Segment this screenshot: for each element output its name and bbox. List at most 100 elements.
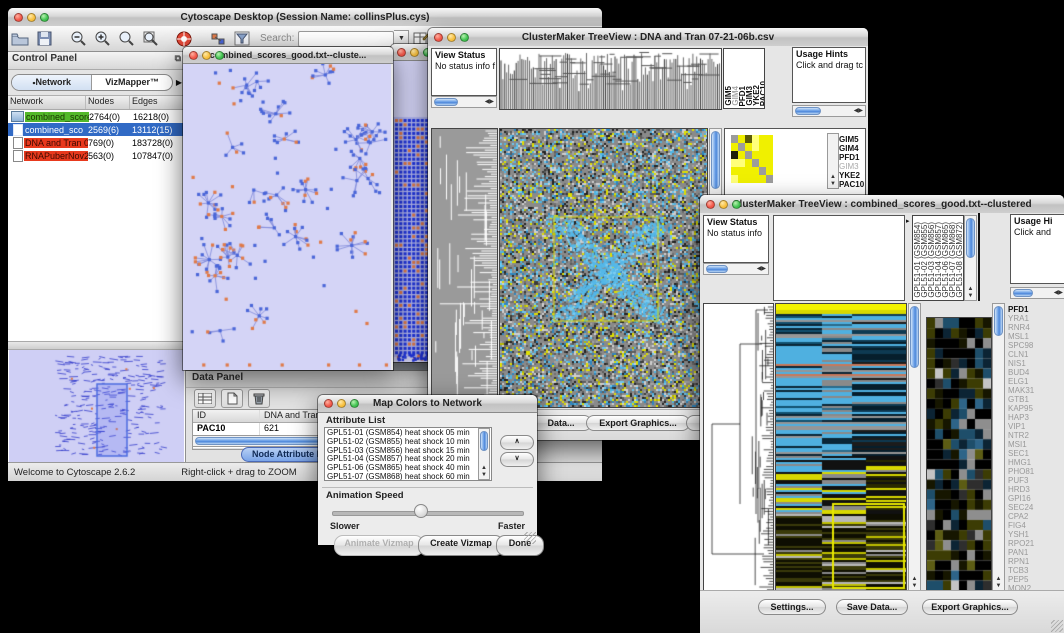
network-canvas[interactable] bbox=[183, 64, 391, 370]
gene-label[interactable]: SPC98 bbox=[1008, 341, 1034, 350]
network-row[interactable]: DNA and Tran 07769(0)183728(0) bbox=[8, 136, 185, 149]
gene-labels-list[interactable]: PFD1YRA1RNR4MSL1SPC98CLN1NIS1BUD4ELG1MAK… bbox=[1008, 305, 1034, 593]
heatmap-cell[interactable] bbox=[745, 167, 752, 175]
open-file-icon[interactable] bbox=[9, 29, 31, 49]
heatmap-cell[interactable] bbox=[759, 135, 766, 143]
gene-label[interactable]: PFD1 bbox=[1008, 305, 1034, 314]
zoom-heatmap-canvas[interactable] bbox=[926, 317, 992, 591]
gene-label[interactable]: PAN1 bbox=[1008, 548, 1034, 557]
close-button[interactable] bbox=[14, 13, 23, 22]
heatmap-cell[interactable] bbox=[738, 143, 745, 151]
heatmap-vscrollbar[interactable]: ▲▼ bbox=[908, 303, 921, 591]
gene-label[interactable]: ELG1 bbox=[1008, 377, 1034, 386]
heatmap-cell[interactable] bbox=[731, 151, 738, 159]
gene-label[interactable]: CLN1 bbox=[1008, 350, 1034, 359]
treeview2-title-bar[interactable]: ClusterMaker TreeView : combined_scores_… bbox=[700, 195, 1064, 214]
network-row[interactable]: combined_scores2764(0)16218(0) bbox=[8, 110, 185, 123]
zoom-button[interactable] bbox=[460, 33, 469, 42]
heatmap-cell[interactable] bbox=[759, 167, 766, 175]
minimize-button[interactable] bbox=[202, 51, 211, 60]
row-label[interactable]: GIM3 bbox=[839, 162, 864, 171]
minimize-button[interactable] bbox=[410, 48, 419, 57]
attribute-table-icon[interactable] bbox=[194, 389, 216, 408]
heatmap-cell[interactable] bbox=[745, 175, 752, 183]
gene-label[interactable]: PEP5 bbox=[1008, 575, 1034, 584]
heatmap-cell[interactable] bbox=[738, 175, 745, 183]
gene-label[interactable]: MAK31 bbox=[1008, 386, 1034, 395]
zoom-button[interactable] bbox=[215, 51, 224, 60]
gene-label[interactable]: PUF3 bbox=[1008, 476, 1034, 485]
row-dendrogram-canvas[interactable] bbox=[703, 303, 774, 591]
zoom-in-icon[interactable] bbox=[91, 29, 113, 49]
usage-hints-hscrollbar[interactable]: ◀▶ bbox=[1010, 287, 1064, 299]
gene-label[interactable]: KAP95 bbox=[1008, 404, 1034, 413]
row-label[interactable]: GIM5 bbox=[839, 135, 864, 144]
zoom-selected-icon[interactable] bbox=[115, 29, 137, 49]
column-dendrogram-canvas[interactable] bbox=[499, 48, 722, 110]
gene-label[interactable]: MSI1 bbox=[1008, 440, 1034, 449]
gene-label[interactable]: VIP1 bbox=[1008, 422, 1034, 431]
zoom-button[interactable] bbox=[350, 399, 359, 408]
minimize-button[interactable] bbox=[719, 200, 728, 209]
zoom-fit-icon[interactable] bbox=[139, 29, 161, 49]
column-header-network[interactable]: Network bbox=[8, 96, 86, 109]
gene-label[interactable]: CPA2 bbox=[1008, 512, 1034, 521]
heatmap-cell[interactable] bbox=[766, 151, 773, 159]
gene-label[interactable]: HMG1 bbox=[1008, 458, 1034, 467]
heatmap-cell[interactable] bbox=[752, 143, 759, 151]
heatmap-cell[interactable] bbox=[752, 175, 759, 183]
gene-label[interactable]: MSL1 bbox=[1008, 332, 1034, 341]
gene-label[interactable]: GTB1 bbox=[1008, 395, 1034, 404]
new-attribute-icon[interactable] bbox=[221, 389, 243, 408]
minimize-button[interactable] bbox=[447, 33, 456, 42]
gene-label[interactable]: SEC24 bbox=[1008, 503, 1034, 512]
heatmap-cell[interactable] bbox=[731, 175, 738, 183]
gene-label[interactable]: HAP3 bbox=[1008, 413, 1034, 422]
minimize-button[interactable] bbox=[337, 399, 346, 408]
row-label[interactable]: GIM4 bbox=[839, 144, 864, 153]
close-button[interactable] bbox=[189, 51, 198, 60]
gene-label[interactable]: HRD3 bbox=[1008, 485, 1034, 494]
gene-label[interactable]: RNR4 bbox=[1008, 323, 1034, 332]
tab-vizmapper[interactable]: VizMapper™ bbox=[92, 75, 171, 90]
heatmap-cell[interactable] bbox=[752, 151, 759, 159]
heatmap-cell[interactable] bbox=[766, 159, 773, 167]
save-icon[interactable] bbox=[33, 29, 55, 49]
gene-label[interactable]: RPN1 bbox=[1008, 557, 1034, 566]
filter-icon[interactable] bbox=[231, 29, 253, 49]
row-label[interactable]: PFD1 bbox=[839, 153, 864, 162]
gene-label[interactable]: YRA1 bbox=[1008, 314, 1034, 323]
move-up-button[interactable]: ∧ bbox=[500, 435, 534, 450]
zoom-out-icon[interactable] bbox=[67, 29, 89, 49]
heatmap-cell[interactable] bbox=[759, 143, 766, 151]
help-lifesaver-icon[interactable] bbox=[173, 29, 195, 49]
close-button[interactable] bbox=[324, 399, 333, 408]
heatmap-cell[interactable] bbox=[745, 135, 752, 143]
gene-label[interactable]: SEC1 bbox=[1008, 449, 1034, 458]
column-dendrogram-area[interactable] bbox=[773, 215, 905, 301]
heatmap-canvas[interactable] bbox=[775, 303, 907, 591]
attribute-list-item[interactable]: GPL51-07 (GSM868) heat shock 60 min bbox=[327, 473, 489, 481]
animate-vizmap-button[interactable]: Animate Vizmap bbox=[334, 535, 424, 556]
column-labels-vscrollbar[interactable]: ▲▼ bbox=[964, 215, 977, 301]
column-labels-panel[interactable]: GIM5GIM4PFD1GIM3YKE2PAC10 bbox=[723, 48, 765, 109]
heatmap-cell[interactable] bbox=[745, 143, 752, 151]
zoom-button[interactable] bbox=[40, 13, 49, 22]
heatmap-cell[interactable] bbox=[745, 159, 752, 167]
column-header-edges[interactable]: Edges bbox=[130, 96, 185, 109]
view-status-hscrollbar[interactable]: ◀▶ bbox=[431, 96, 497, 108]
column-labels-panel[interactable]: GPL51-01 (GSM854)GPL51-02 (GSM855)GPL51-… bbox=[912, 215, 964, 301]
zoom-button[interactable] bbox=[732, 200, 741, 209]
heatmap-canvas[interactable] bbox=[499, 128, 708, 408]
zoom-vscrollbar[interactable]: ▲▼ bbox=[827, 133, 839, 189]
network-view-title-bar[interactable]: combined_scores_good.txt--cluste... bbox=[183, 47, 393, 64]
row-label[interactable]: PAC10 bbox=[839, 180, 864, 189]
heatmap-cell[interactable] bbox=[766, 143, 773, 151]
heatmap-cell[interactable] bbox=[752, 135, 759, 143]
column-header-nodes[interactable]: Nodes bbox=[86, 96, 130, 109]
heatmap-cell[interactable] bbox=[738, 167, 745, 175]
heatmap-cell[interactable] bbox=[766, 135, 773, 143]
panel-splitter[interactable] bbox=[8, 341, 185, 350]
column-label[interactable]: PAC10 bbox=[760, 81, 765, 106]
save-data-button[interactable]: Data... bbox=[530, 415, 592, 431]
